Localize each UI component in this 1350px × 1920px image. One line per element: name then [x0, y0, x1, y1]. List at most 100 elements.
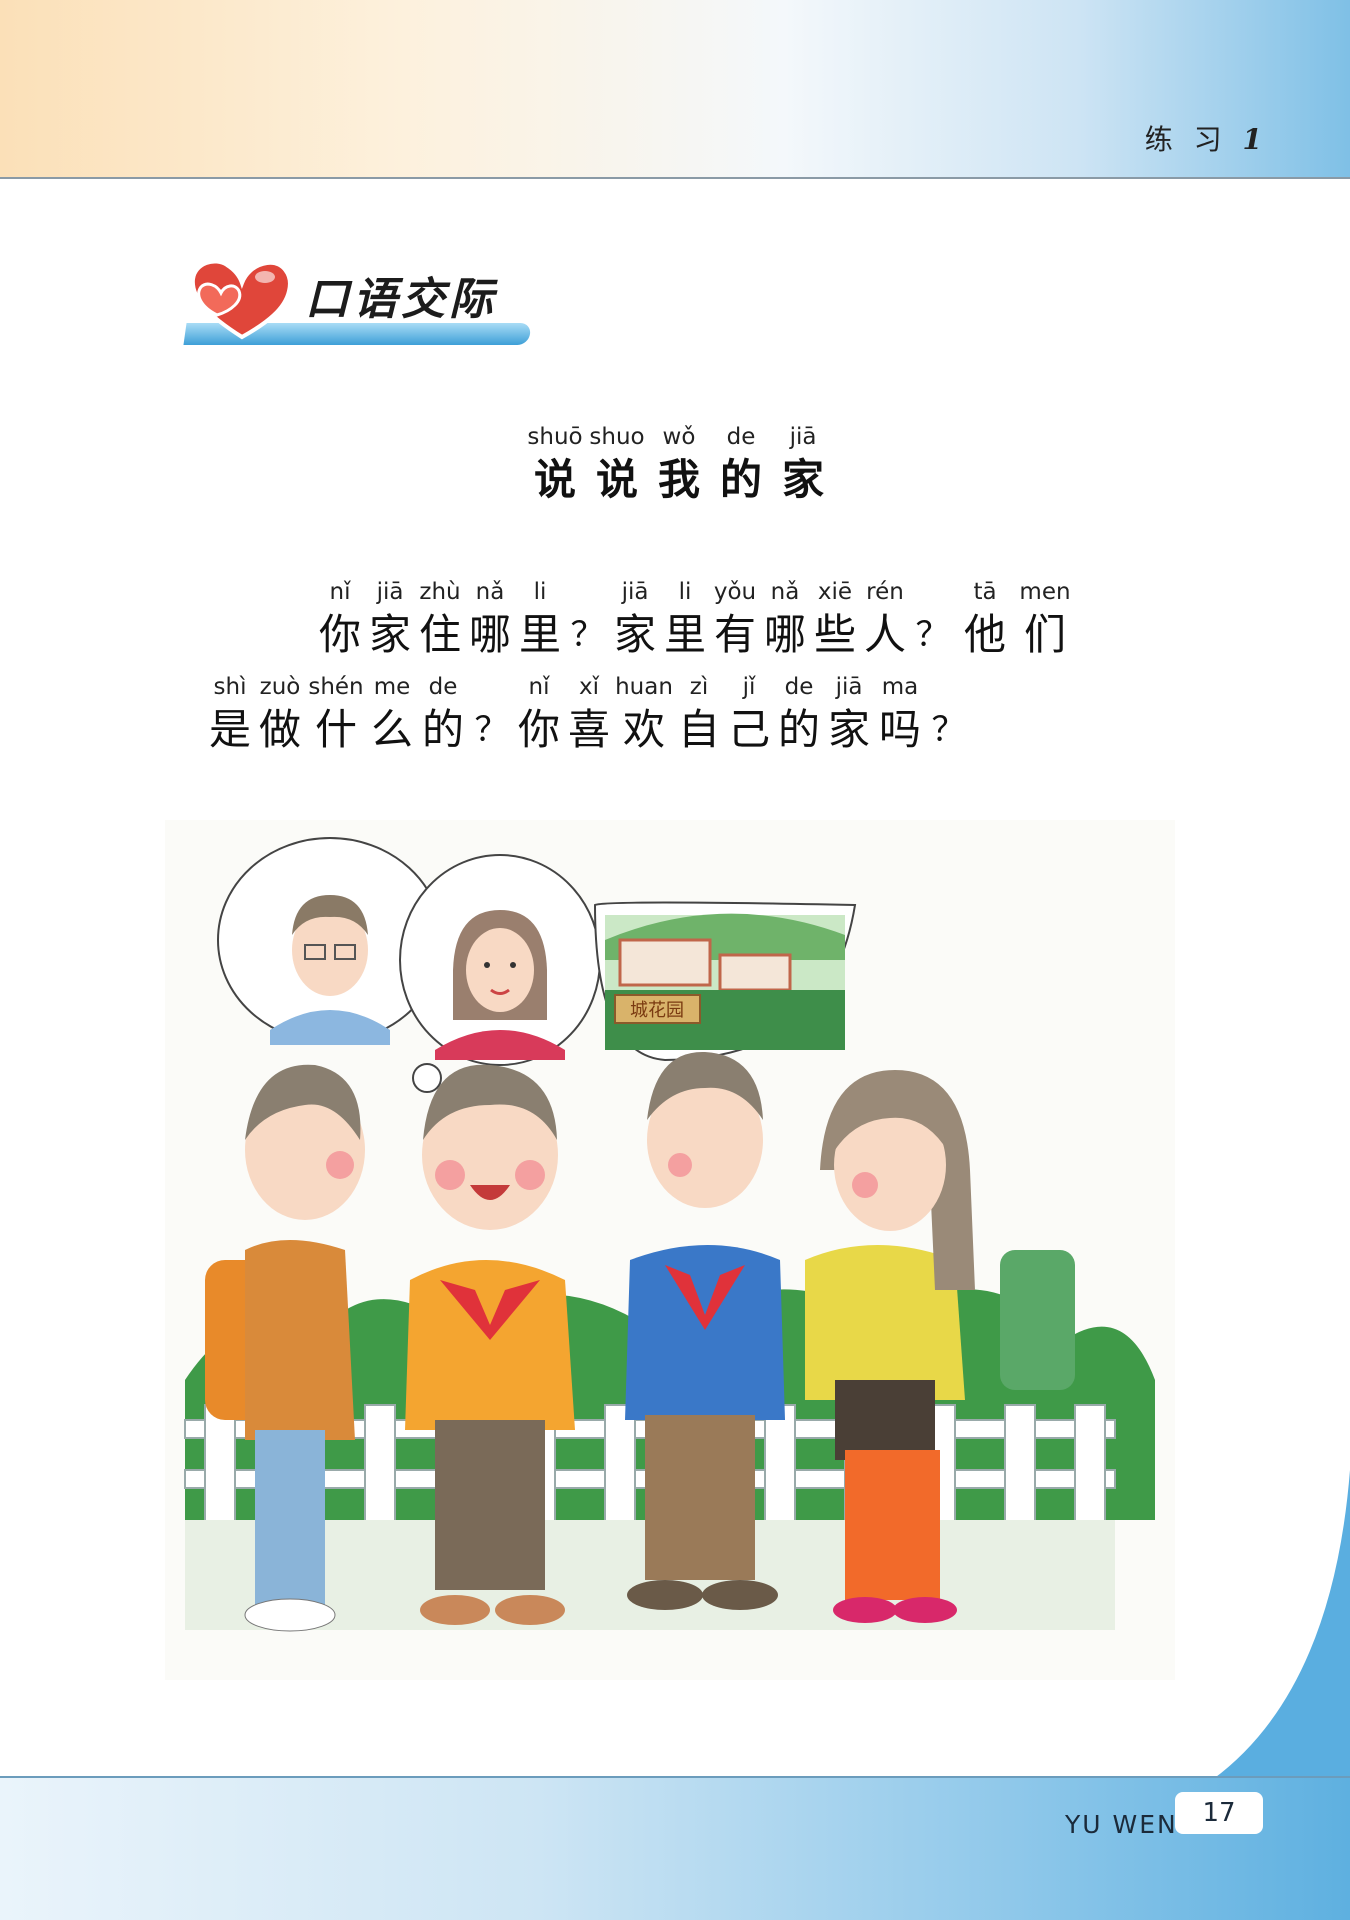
pinyin: nǐ: [528, 674, 550, 700]
text-char: jiā 家: [610, 575, 660, 661]
pinyin: rén: [866, 579, 904, 605]
pinyin: tā: [973, 579, 997, 605]
hanzi: 住: [418, 610, 461, 659]
text-char: tā 他: [955, 575, 1015, 661]
lesson-title: shuō 说 shuo 说 wǒ 我 de 的 jiā 家: [524, 420, 834, 506]
pinyin: shén: [308, 674, 364, 700]
house-scene: 城花园: [605, 913, 845, 1050]
text-char: nǐ 你: [315, 575, 365, 661]
pinyin: zì: [689, 674, 709, 700]
text-char: de 的: [774, 670, 824, 756]
text-char: zhù 住: [415, 575, 465, 661]
pinyin: de: [784, 674, 814, 700]
text-char: men 们: [1015, 575, 1075, 661]
sign-text: 城花园: [630, 1000, 684, 1021]
hanzi: 我: [657, 455, 700, 504]
text-char: nǐ 你: [514, 670, 564, 756]
chapter-label-text: 练 习: [1144, 123, 1228, 156]
punctuation: ？: [469, 670, 514, 756]
title-char: shuō 说: [524, 420, 586, 506]
hanzi: 什: [314, 705, 357, 754]
chapter-number: 1: [1242, 123, 1268, 156]
text-char: xiē 些: [810, 575, 860, 661]
hanzi: 欢: [622, 705, 665, 754]
pinyin: me: [373, 674, 411, 700]
pinyin: shuo: [589, 424, 645, 450]
text-char: nǎ 哪: [465, 575, 515, 661]
text-char: zuò 做: [255, 670, 305, 756]
text-char: jiā 家: [365, 575, 415, 661]
hanzi: 哪: [763, 610, 806, 659]
question-line-1: nǐ 你 jiā 家 zhù 住 nǎ 哪 li 里 ？ jiā 家 li 里 yǒu 有 nǎ…: [315, 575, 1075, 661]
pinyin: yǒu: [713, 579, 757, 605]
text-char: shì 是: [205, 670, 255, 756]
punctuation: ？: [926, 670, 971, 756]
hanzi: 么: [370, 705, 413, 754]
hanzi: 的: [777, 705, 820, 754]
pinyin: huan: [615, 674, 673, 700]
pinyin: li: [533, 579, 547, 605]
hanzi: 家: [781, 455, 824, 504]
hanzi: 的: [421, 705, 464, 754]
pinyin: nǎ: [475, 579, 505, 605]
hanzi: 有: [713, 610, 756, 659]
text-char: li 里: [515, 575, 565, 661]
hanzi: ？: [474, 710, 509, 750]
hanzi: 你: [517, 705, 560, 754]
pinyin: jiā: [835, 674, 863, 700]
hanzi: 说: [595, 455, 638, 504]
text-char: li 里: [660, 575, 710, 661]
hanzi: 家: [368, 610, 411, 659]
text-char: shén 什: [305, 670, 367, 756]
title-char: wǒ 我: [648, 420, 710, 506]
hanzi: 己: [727, 705, 770, 754]
pinyin: zhù: [419, 579, 461, 605]
title-char: shuo 说: [586, 420, 648, 506]
pinyin: jiā: [376, 579, 404, 605]
hanzi: 喜: [567, 705, 610, 754]
pinyin: shì: [213, 674, 247, 700]
pinyin: wǒ: [662, 424, 696, 450]
pinyin: nǎ: [770, 579, 800, 605]
pinyin: ma: [881, 674, 919, 700]
hanzi: 吗: [878, 705, 921, 754]
pinyin: zuò: [259, 674, 301, 700]
heart-icon: [190, 259, 292, 340]
hanzi: 里: [518, 610, 561, 659]
pinyin: xiē: [817, 579, 853, 605]
hanzi: 里: [663, 610, 706, 659]
hanzi: 你: [318, 610, 361, 659]
section-heading-text: 口语交际: [305, 274, 497, 325]
text-char: yǒu 有: [710, 575, 760, 661]
hanzi: ？: [915, 615, 950, 655]
header-divider: [0, 177, 1350, 179]
footer-label: YU WEN: [1065, 1810, 1178, 1839]
text-char: xǐ 喜: [564, 670, 614, 756]
text-char: rén 人: [860, 575, 910, 661]
hanzi: 做: [258, 705, 301, 754]
pinyin: jiā: [789, 424, 817, 450]
pinyin: li: [678, 579, 692, 605]
pinyin: nǐ: [329, 579, 351, 605]
text-char: huan 欢: [614, 670, 674, 756]
hanzi: 家: [827, 705, 870, 754]
hanzi: 是: [208, 705, 251, 754]
pinyin: jiā: [621, 579, 649, 605]
page-number: 17: [1175, 1792, 1263, 1834]
chapter-label: 练 习 1: [1145, 118, 1268, 158]
hanzi: 们: [1023, 610, 1066, 659]
pinyin: men: [1019, 579, 1071, 605]
hanzi: 人: [863, 610, 906, 659]
section-heading: 口语交际: [175, 255, 535, 350]
title-char: jiā 家: [772, 420, 834, 506]
hanzi: 自: [677, 705, 720, 754]
hanzi: 家: [613, 610, 656, 659]
title-char: de 的: [710, 420, 772, 506]
text-char: jiā 家: [824, 670, 874, 756]
pinyin: de: [428, 674, 458, 700]
pinyin: de: [726, 424, 756, 450]
bottom-banner: [0, 1778, 1350, 1920]
punctuation: ？: [565, 575, 610, 661]
hanzi: 说: [533, 455, 576, 504]
question-line-2: shì 是 zuò 做 shén 什 me 么 de 的 ？ nǐ 你 xǐ 喜 huan 欢 …: [205, 670, 971, 756]
